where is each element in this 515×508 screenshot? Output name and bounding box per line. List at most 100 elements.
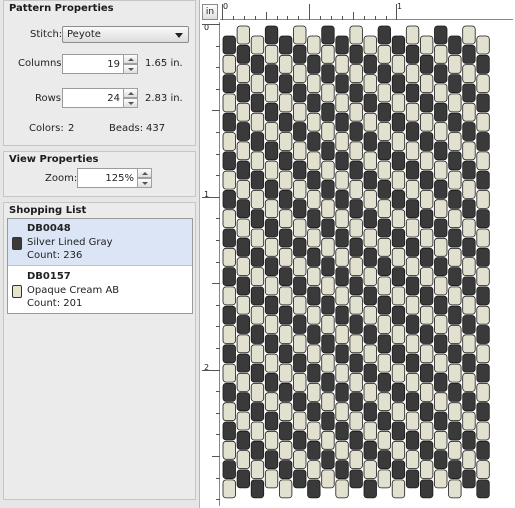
bead-dark[interactable] (264, 411, 279, 431)
bead-dark[interactable] (250, 440, 265, 460)
rows-increment-button[interactable] (123, 88, 138, 98)
bead-dark[interactable] (462, 430, 476, 450)
bead-light[interactable] (476, 74, 490, 93)
bead-dark[interactable] (250, 93, 265, 113)
bead-light[interactable] (462, 141, 476, 161)
bead-dark[interactable] (222, 35, 236, 55)
bead-dark[interactable] (250, 170, 265, 190)
bead-dark[interactable] (335, 74, 349, 93)
bead-dark[interactable] (419, 363, 434, 383)
bead-light[interactable] (307, 74, 321, 93)
bead-dark[interactable] (307, 363, 321, 383)
bead-dark[interactable] (377, 334, 392, 354)
bead-dark[interactable] (349, 315, 363, 334)
bead-light[interactable] (250, 382, 265, 402)
bead-light[interactable] (264, 392, 279, 412)
bead-light[interactable] (321, 430, 335, 450)
bead-light[interactable] (391, 286, 406, 306)
bead-light[interactable] (434, 83, 448, 103)
bead-light[interactable] (264, 44, 279, 64)
bead-dark[interactable] (293, 199, 307, 219)
bead-dark[interactable] (419, 286, 434, 306)
bead-light[interactable] (419, 344, 434, 364)
columns-decrement-button[interactable] (123, 64, 138, 74)
bead-dark[interactable] (264, 372, 279, 392)
bead-light[interactable] (405, 102, 420, 122)
bead-dark[interactable] (264, 179, 279, 199)
bead-dark[interactable] (377, 411, 392, 431)
bead-dark[interactable] (462, 122, 476, 141)
bead-dark[interactable] (363, 93, 377, 113)
bead-dark[interactable] (222, 382, 236, 402)
bead-light[interactable] (405, 257, 420, 277)
bead-light[interactable] (279, 325, 293, 344)
bead-dark[interactable] (279, 421, 293, 441)
bead-dark[interactable] (264, 64, 279, 83)
bead-dark[interactable] (405, 392, 420, 412)
bead-dark[interactable] (448, 74, 462, 93)
bead-light[interactable] (321, 122, 335, 141)
bead-dark[interactable] (222, 421, 236, 441)
bead-dark[interactable] (448, 189, 462, 209)
bead-light[interactable] (236, 25, 251, 45)
bead-light[interactable] (391, 363, 406, 383)
bead-light[interactable] (264, 276, 279, 296)
bead-dark[interactable] (448, 382, 462, 402)
bead-light[interactable] (448, 132, 462, 151)
bead-light[interactable] (377, 44, 392, 64)
bead-light[interactable] (264, 315, 279, 334)
bead-dark[interactable] (222, 189, 236, 209)
bead-light[interactable] (377, 276, 392, 296)
bead-dark[interactable] (405, 276, 420, 296)
bead-dark[interactable] (250, 479, 265, 499)
bead-light[interactable] (363, 189, 377, 209)
bead-dark[interactable] (321, 102, 335, 122)
bead-dark[interactable] (419, 209, 434, 229)
bead-light[interactable] (448, 54, 462, 74)
bead-light[interactable] (405, 411, 420, 431)
bead-light[interactable] (462, 102, 476, 122)
bead-dark[interactable] (236, 315, 251, 334)
bead-light[interactable] (377, 199, 392, 219)
bead-light[interactable] (236, 257, 251, 277)
bead-dark[interactable] (321, 450, 335, 470)
bead-light[interactable] (293, 450, 307, 470)
bead-light[interactable] (434, 430, 448, 450)
bead-dark[interactable] (476, 402, 490, 422)
bead-dark[interactable] (264, 102, 279, 122)
bead-dark[interactable] (236, 199, 251, 219)
bead-light[interactable] (349, 25, 363, 45)
bead-dark[interactable] (391, 151, 406, 171)
bead-light[interactable] (476, 305, 490, 325)
bead-dark[interactable] (349, 160, 363, 180)
bead-light[interactable] (349, 257, 363, 277)
bead-light[interactable] (476, 151, 490, 171)
bead-light[interactable] (335, 170, 349, 190)
bead-dark[interactable] (293, 353, 307, 373)
bead-light[interactable] (476, 267, 490, 287)
bead-light[interactable] (335, 247, 349, 267)
bead-dark[interactable] (391, 35, 406, 55)
bead-dark[interactable] (405, 122, 420, 141)
bead-dark[interactable] (391, 189, 406, 209)
bead-dark[interactable] (335, 460, 349, 480)
bead-light[interactable] (419, 189, 434, 209)
bead-light[interactable] (264, 160, 279, 180)
bead-dark[interactable] (293, 160, 307, 180)
bead-light[interactable] (293, 334, 307, 354)
bead-light[interactable] (307, 305, 321, 325)
bead-dark[interactable] (363, 479, 377, 499)
bead-light[interactable] (434, 353, 448, 373)
bead-dark[interactable] (476, 54, 490, 74)
bead-dark[interactable] (222, 74, 236, 93)
bead-dark[interactable] (335, 112, 349, 132)
rows-field[interactable]: 24 (62, 88, 124, 108)
bead-light[interactable] (307, 151, 321, 171)
bead-light[interactable] (335, 325, 349, 344)
bead-dark[interactable] (222, 460, 236, 480)
bead-dark[interactable] (419, 170, 434, 190)
bead-dark[interactable] (349, 276, 363, 296)
bead-light[interactable] (476, 35, 490, 55)
bead-dark[interactable] (264, 295, 279, 315)
rows-decrement-button[interactable] (123, 98, 138, 108)
